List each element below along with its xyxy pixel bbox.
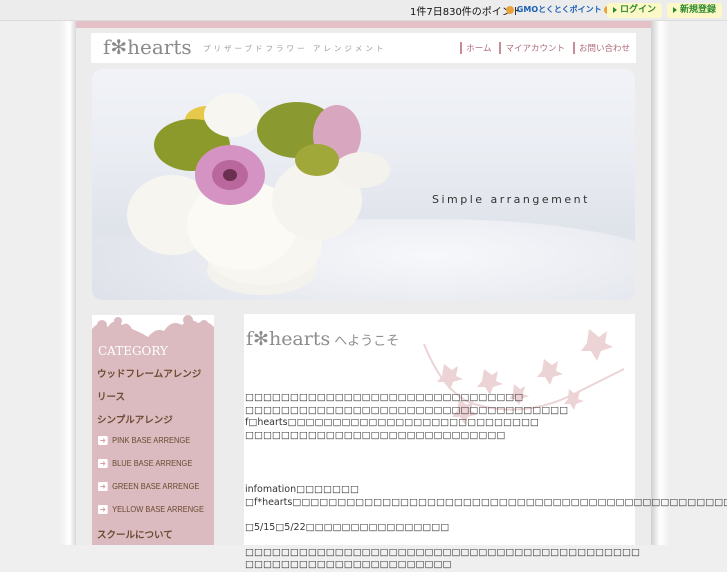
nav-home[interactable]: ホーム <box>460 42 491 54</box>
category-sidebar: CATEGORY ウッドフレームアレンジ リース シンプルアレンジ ➜ PINK … <box>92 315 214 545</box>
nav-my-account[interactable]: マイアカウント <box>499 42 565 54</box>
arrow-right-icon: ➜ <box>98 505 108 515</box>
header-strip <box>76 21 651 28</box>
category-school[interactable]: スクールについて <box>97 527 173 541</box>
category-simple[interactable]: シンプルアレンジ <box>97 412 173 426</box>
category-title: CATEGORY <box>98 344 168 358</box>
category-wreath[interactable]: リース <box>97 389 125 403</box>
arrow-right-icon: ➜ <box>98 436 108 446</box>
hero-caption: Simple arrangement <box>432 193 590 206</box>
info-line: □5/15□5/22□□□□□□□□□□□□□□□□ <box>245 521 450 533</box>
gmo-point-logo[interactable]: GMOとくとくポイント <box>506 4 613 16</box>
intro-line: □□□□□□□□□□□□□□□□□□□□□□□□□□□□□□□□□□□□ <box>245 404 569 416</box>
register-button[interactable]: 新規登録 <box>667 3 723 18</box>
category-label: GREEN BASE ARRENGE <box>112 481 200 491</box>
page-container: f✻hearts プリザーブドフラワー アレンジメント ホーム マイアカウント … <box>76 21 727 570</box>
site-tagline: プリザーブドフラワー アレンジメント <box>203 44 387 53</box>
info-paragraph: infomation□□□□□□□ □f*hearts□□□□□□□□□□□□□… <box>245 484 727 572</box>
login-label: ログイン <box>620 5 657 15</box>
intro-line: □□□□□□□□□□□□□□□□□□□□□□□□□□□□□ <box>245 429 506 441</box>
info-heading: infomation□□□□□□□ <box>245 484 359 495</box>
site-logo[interactable]: f✻hearts <box>103 35 192 59</box>
welcome-title: f✻hearts へようこそ <box>246 328 399 350</box>
triangle-right-icon <box>613 6 617 13</box>
login-button[interactable]: ログイン <box>607 3 663 18</box>
welcome-subtitle: へようこそ <box>334 334 400 349</box>
category-pink-base[interactable]: ➜ PINK BASE ARRENGE <box>98 435 191 446</box>
category-label: YELLOW BASE ARRENGE <box>112 504 204 514</box>
main-content: f✻hearts へようこそ □□□□□□□□□□□□□□□□□□□□□□□□□□… <box>244 314 727 570</box>
category-label: PINK BASE ARRENGE <box>112 435 191 445</box>
category-blue-base[interactable]: ➜ BLUE BASE ARRENGE <box>98 458 193 469</box>
coin-icon <box>506 5 514 14</box>
register-label: 新規登録 <box>680 5 717 15</box>
flower-bouquet-image <box>127 93 390 295</box>
category-label: BLUE BASE ARRENGE <box>112 458 193 468</box>
info-line: □□□□□□□□□□□□□□□□□□□□□□□ <box>245 559 452 570</box>
category-yellow-base[interactable]: ➜ YELLOW BASE ARRENGE <box>98 504 204 515</box>
intro-paragraph: □□□□□□□□□□□□□□□□□□□□□□□□□□□□□□□ □□□□□□□□… <box>245 392 568 442</box>
site-header: f✻hearts プリザーブドフラワー アレンジメント ホーム マイアカウント … <box>91 33 636 63</box>
intro-line: □□□□□□□□□□□□□□□□□□□□□□□□□□□□□□□ <box>245 392 524 403</box>
welcome-brand: f✻hearts <box>246 328 331 350</box>
page-shadow-right <box>651 21 669 545</box>
arrow-right-icon: ➜ <box>98 459 108 469</box>
triangle-right-icon <box>673 6 677 13</box>
arrow-right-icon: ➜ <box>98 482 108 492</box>
hero-banner: Simple arrangement <box>92 69 635 300</box>
category-wood-frame[interactable]: ウッドフレームアレンジ <box>97 366 201 380</box>
info-line: □f*hearts□□□□□□□□□□□□□□□□□□□□□□□□□□□□□□□… <box>245 496 727 508</box>
info-blank <box>245 509 727 522</box>
category-green-base[interactable]: ➜ GREEN BASE ARRENGE <box>98 481 200 492</box>
intro-line: f□hearts□□□□□□□□□□□□□□□□□□□□□□□□□□□□ <box>245 417 539 428</box>
header-nav: ホーム マイアカウント お問い合わせ <box>460 42 630 54</box>
top-bar: 1件7日830件のポイント GMOとくとくポイント ログイン 新規登録 <box>0 0 727 21</box>
nav-contact[interactable]: お問い合わせ <box>572 42 630 54</box>
gmo-point-label: GMOとくとくポイント <box>516 5 602 14</box>
page-shadow-left <box>60 21 76 545</box>
leaf-decoration <box>92 315 214 343</box>
info-line: □□□□□□□□□□□□□□□□□□□□□□□□□□□□□□□□□□□□□□□□… <box>245 546 640 558</box>
